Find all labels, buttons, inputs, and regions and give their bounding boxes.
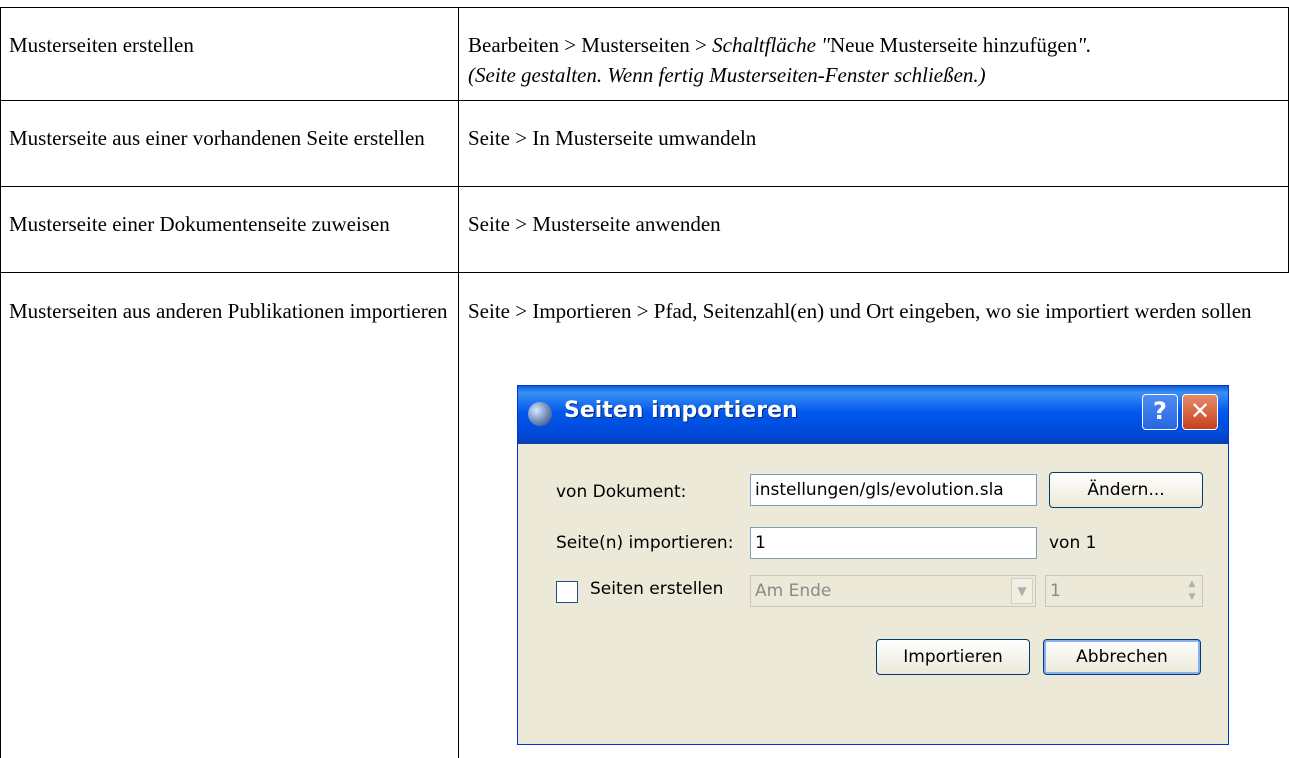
row-divider — [0, 186, 1289, 187]
dialog-titlebar[interactable]: Seiten importieren ? ✕ — [518, 386, 1228, 444]
row-divider — [0, 272, 1289, 273]
change-button[interactable]: Ändern... — [1049, 472, 1203, 508]
instruction-cell: Seite > Importieren > Pfad, Seitenzahl(e… — [468, 299, 1252, 323]
document-label: von Dokument: — [556, 482, 687, 502]
instruction-text: Bearbeiten > Musterseiten > — [468, 33, 713, 57]
instruction-cell: Seite > In Musterseite umwandeln — [468, 126, 757, 150]
table-border-left — [0, 7, 1, 758]
row-divider — [0, 100, 1289, 101]
close-icon[interactable]: ✕ — [1182, 394, 1218, 430]
page-count-value: 1 — [1050, 581, 1061, 601]
position-select[interactable]: Am Ende ▼ — [750, 575, 1036, 607]
position-value: Am Ende — [755, 581, 832, 601]
import-pages-dialog: Seiten importieren ? ✕ von Dokument: ins… — [517, 385, 1229, 745]
task-cell: Musterseiten aus anderen Publikationen i… — [9, 299, 448, 323]
column-divider — [458, 7, 459, 758]
instruction-cell: Seite > Musterseite anwenden — [468, 212, 721, 236]
row-divider — [0, 7, 1289, 8]
instruction-italic: ". — [1077, 33, 1092, 57]
instruction-text: Neue Musterseite hinzufügen — [830, 33, 1078, 57]
pages-label: Seite(n) importieren: — [556, 533, 734, 553]
spinner-arrows-icon: ▲ ▼ — [1188, 579, 1196, 602]
import-button[interactable]: Importieren — [876, 639, 1030, 675]
pages-input[interactable]: 1 — [750, 527, 1037, 559]
create-pages-label: Seiten erstellen — [590, 579, 724, 599]
task-cell: Musterseiten erstellen — [9, 33, 194, 57]
document-path-field[interactable]: instellungen/gls/evolution.sla — [750, 474, 1037, 506]
create-pages-checkbox[interactable] — [556, 581, 578, 603]
instruction-note: (Seite gestalten. Wenn fertig Musterseit… — [468, 63, 986, 87]
page-count-spinbox[interactable]: 1 ▲ ▼ — [1045, 575, 1203, 607]
cancel-button[interactable]: Abbrechen — [1043, 639, 1201, 675]
task-cell: Musterseite aus einer vorhandenen Seite … — [9, 126, 425, 150]
page-count-label: von 1 — [1049, 533, 1097, 553]
instruction-italic: Schaltfläche " — [712, 33, 830, 57]
task-cell: Musterseite einer Dokumentenseite zuweis… — [9, 212, 390, 236]
app-icon — [528, 402, 552, 426]
help-button[interactable]: ? — [1142, 394, 1178, 430]
dialog-title: Seiten importieren — [564, 398, 798, 423]
instruction-cell: Bearbeiten > Musterseiten > Schaltfläche… — [468, 30, 1281, 90]
chevron-down-icon: ▼ — [1011, 578, 1033, 604]
